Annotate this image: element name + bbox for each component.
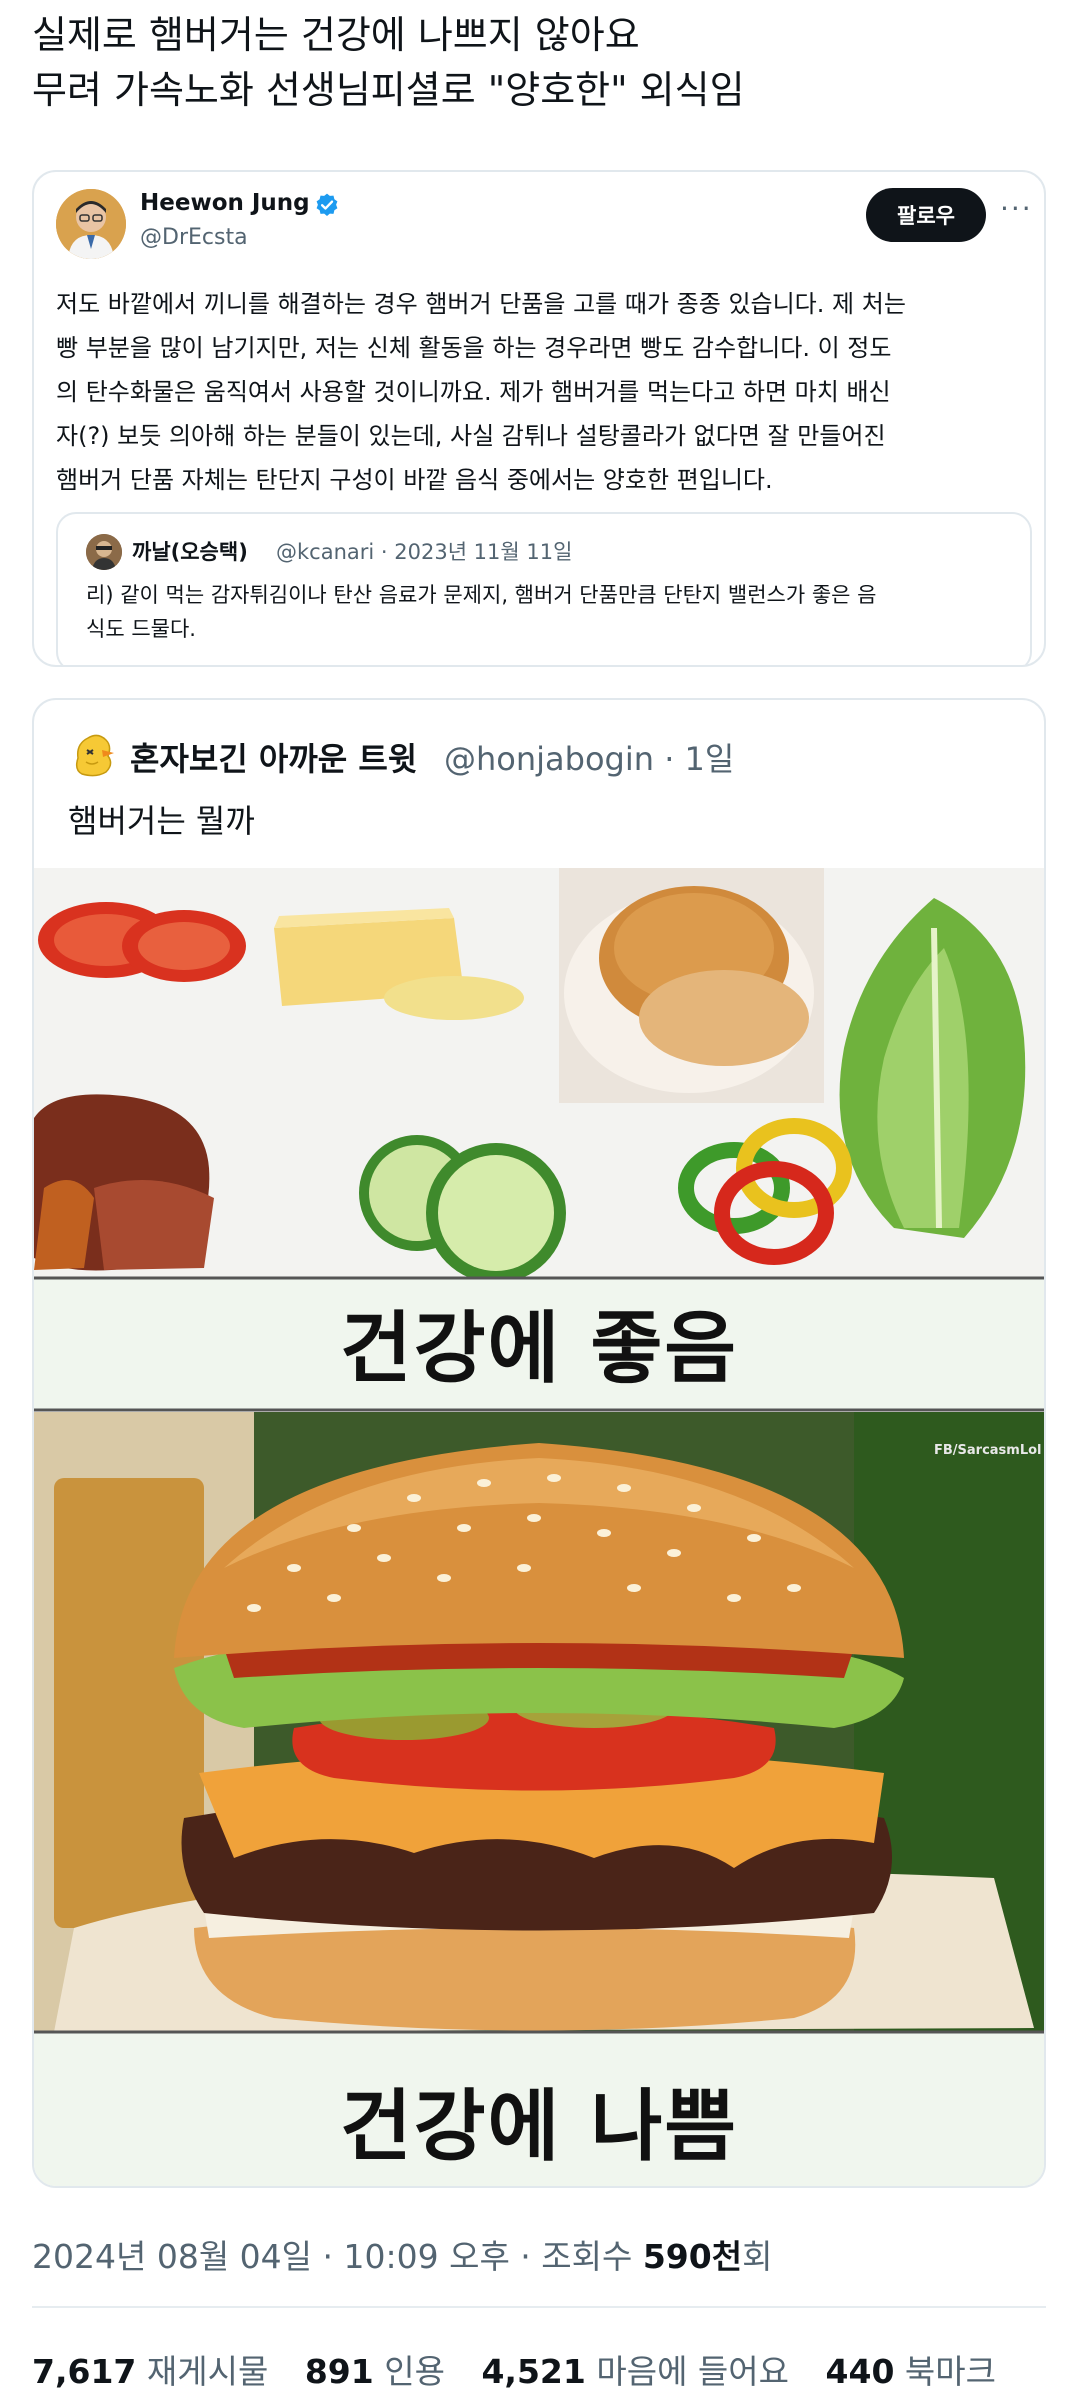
quote-body-line: 리) 같이 먹는 감자튀김이나 탄산 음료가 문제지, 햄버거 단품만큼 단탄지… bbox=[86, 583, 877, 607]
view-suffix: 회 bbox=[742, 2237, 773, 2276]
embedded-tweet-text: 햄버거는 뭘까 bbox=[68, 802, 255, 840]
quote-body: 리) 같이 먹는 감자튀김이나 탄산 음료가 문제지, 햄버거 단품만큼 단탄지… bbox=[86, 578, 1006, 646]
avatar-icon bbox=[86, 534, 122, 570]
author-handle[interactable]: @DrEcsta bbox=[140, 225, 248, 250]
verified-badge-icon bbox=[316, 193, 338, 216]
stat-count: 7,617 bbox=[32, 2352, 137, 2391]
tweet-timestamp[interactable]: 2024년 08월 04일 · 10:09 오후 · 조회수 590천회 bbox=[32, 2230, 772, 2278]
meme-watermark: FB/SarcasmLol bbox=[934, 1443, 1042, 1458]
post-caption: 실제로 햄버거는 건강에 나쁘지 않아요 무려 가속노화 선생님피셜로 "양호한… bbox=[32, 8, 1042, 118]
tweet-body-line: 의 탄수화물은 움직여서 사용할 것이니까요. 제가 햄버거를 먹는다고 하면 … bbox=[56, 378, 891, 406]
duck-avatar-icon bbox=[75, 734, 114, 777]
stat-count: 4,521 bbox=[481, 2352, 586, 2391]
roast-beef bbox=[34, 1094, 214, 1271]
author-avatar[interactable] bbox=[56, 189, 126, 259]
view-count: 590천 bbox=[642, 2237, 743, 2276]
main-tweet-card[interactable]: Heewon Jung @DrEcsta 팔로우 ··· 저도 바깥에서 끼니를… bbox=[32, 170, 1046, 667]
quote-author-avatar bbox=[86, 534, 122, 570]
bun-plate bbox=[559, 868, 824, 1103]
embedded-handle-time[interactable]: @honjabogin · 1일 bbox=[444, 734, 734, 780]
stat-label: 마음에 들어요 bbox=[596, 2352, 790, 2391]
meme-illustration bbox=[34, 868, 1044, 2186]
stat-label: 북마크 bbox=[904, 2352, 996, 2391]
engagement-stats: 7,617 재게시물 891 인용 4,521 마음에 들어요 440 북마크 bbox=[32, 2345, 1022, 2393]
tweet-body: 저도 바깥에서 끼니를 해결하는 경우 햄버거 단품을 고를 때가 종종 있습니… bbox=[56, 282, 1036, 502]
stat-label: 재게시물 bbox=[146, 2352, 269, 2391]
stat-reposts[interactable]: 7,617 재게시물 bbox=[32, 2345, 268, 2393]
divider bbox=[32, 2306, 1046, 2308]
quote-handle-date: @kcanari · 2023년 11월 11일 bbox=[276, 540, 573, 564]
timestamp-text: 2024년 08월 04일 · 10:09 오후 · 조회수 bbox=[32, 2237, 643, 2276]
tweet-body-line: 저도 바깥에서 끼니를 해결하는 경우 햄버거 단품을 고를 때가 종종 있습니… bbox=[56, 290, 906, 318]
stat-count: 440 bbox=[825, 2352, 895, 2391]
more-options-icon[interactable]: ··· bbox=[1000, 192, 1033, 225]
tweet-body-line: 햄버거 단품 자체는 탄단지 구성이 바깥 음식 중에서는 양호한 편입니다. bbox=[56, 466, 773, 494]
stat-count: 891 bbox=[304, 2352, 374, 2391]
stat-label: 인용 bbox=[384, 2352, 445, 2391]
stat-quotes[interactable]: 891 인용 bbox=[305, 2345, 445, 2393]
stat-bookmarks[interactable]: 440 북마크 bbox=[826, 2345, 996, 2393]
follow-button[interactable]: 팔로우 bbox=[866, 188, 986, 242]
author-name[interactable]: Heewon Jung bbox=[140, 190, 310, 216]
tweet-body-line: 빵 부분을 많이 남기지만, 저는 신체 활동을 하는 경우라면 빵도 감수합니… bbox=[56, 334, 892, 362]
stat-likes[interactable]: 4,521 마음에 들어요 bbox=[481, 2345, 789, 2393]
meme-label-unhealthy: 건강에 나쁨 bbox=[340, 2082, 738, 2172]
embedded-tweet-card[interactable]: 혼자보긴 아까운 트윗 @honjabogin · 1일 햄버거는 뭘까 건강에… bbox=[32, 698, 1046, 2188]
quoted-tweet[interactable]: 까날(오승택) @kcanari · 2023년 11월 11일 리) 같이 먹… bbox=[56, 512, 1032, 665]
quote-body-line: 식도 드물다. bbox=[86, 617, 196, 641]
avatar-icon bbox=[56, 189, 126, 259]
meme-label-healthy: 건강에 좋음 bbox=[340, 1304, 738, 1394]
tweet-body-line: 자(?) 보듯 의아해 하는 분들이 있는데, 사실 감튀나 설탕콜라가 없다면… bbox=[56, 422, 886, 450]
quote-author-name: 까날(오승택) bbox=[132, 540, 248, 564]
embedded-author-name[interactable]: 혼자보긴 아까운 트윗 bbox=[130, 734, 417, 780]
meme-image[interactable]: 건강에 좋음 건강에 나쁨 FB/SarcasmLol bbox=[34, 868, 1044, 2186]
post-caption-line-2: 무려 가속노화 선생님피셜로 "양호한" 외식임 bbox=[32, 68, 745, 112]
post-caption-line-1: 실제로 햄버거는 건강에 나쁘지 않아요 bbox=[32, 13, 640, 57]
